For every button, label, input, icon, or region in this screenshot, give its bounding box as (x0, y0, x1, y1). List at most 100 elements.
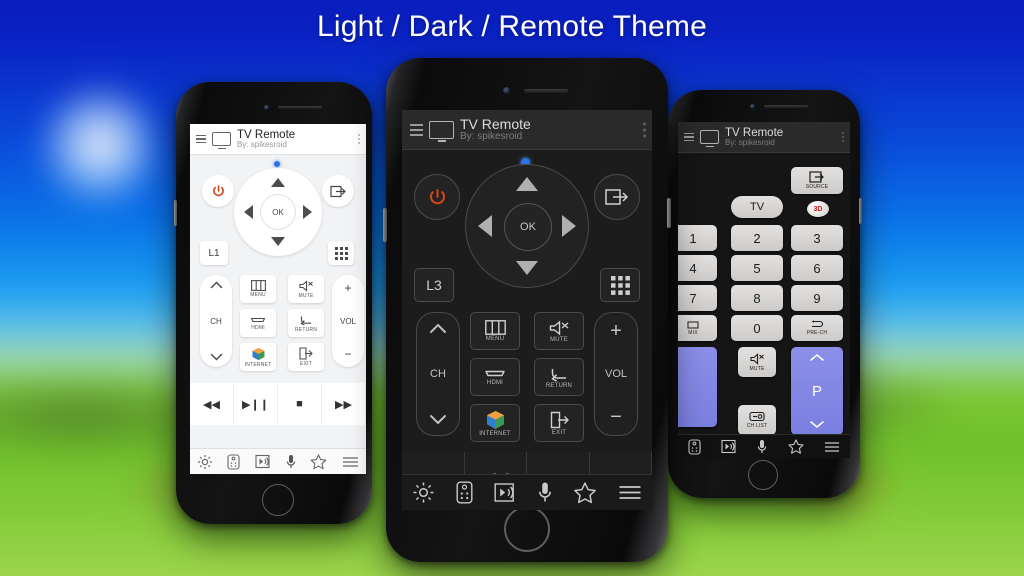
dpad-down-icon[interactable] (516, 261, 538, 276)
power-button[interactable] (414, 174, 460, 221)
dpad[interactable]: OK (465, 164, 589, 289)
channel-rocker[interactable]: CH (200, 275, 232, 368)
home-button[interactable] (748, 460, 778, 490)
hdmi-button[interactable]: HDMI (470, 358, 520, 397)
screen-label-button[interactable]: L1 (200, 241, 228, 266)
stop-button[interactable]: ■ (278, 383, 322, 426)
exit-button[interactable]: EXIT (534, 404, 584, 443)
dpad-left-icon[interactable] (478, 215, 492, 238)
return-button[interactable]: RETURN (288, 309, 324, 338)
mix-button[interactable]: MIX (678, 315, 717, 342)
number-key-6[interactable]: 6 (791, 255, 843, 282)
screen-label-button[interactable]: L3 (414, 268, 454, 303)
tv-button[interactable]: TV (731, 196, 783, 219)
power-side-button[interactable] (667, 198, 671, 228)
pre-ch-label: PRE-CH (806, 330, 828, 337)
device-remote-icon[interactable] (456, 481, 473, 504)
mute-button[interactable]: MUTE (288, 275, 324, 304)
gear-icon[interactable] (412, 481, 435, 504)
key-label: 5 (753, 260, 761, 276)
star-icon[interactable] (788, 439, 804, 454)
dpad[interactable]: OK (234, 168, 322, 257)
hdmi-button[interactable]: HDMI (240, 309, 276, 338)
number-key-1[interactable]: 1 (678, 225, 717, 252)
microphone-icon[interactable] (286, 454, 296, 470)
dpad-right-icon[interactable] (562, 215, 576, 238)
number-key-5[interactable]: 5 (731, 255, 783, 282)
menu-button[interactable]: MENU (240, 275, 276, 304)
power-icon (211, 184, 226, 199)
cast-signal-icon[interactable] (721, 439, 737, 454)
volume-side-button[interactable] (383, 208, 387, 242)
ok-button[interactable]: OK (260, 194, 296, 231)
internet-label: INTERNET (479, 430, 511, 437)
dpad-right-icon[interactable] (303, 205, 312, 220)
number-key-2[interactable]: 2 (731, 225, 783, 252)
channel-rocker[interactable]: CH (416, 312, 460, 437)
keypad-button[interactable] (328, 241, 354, 266)
home-button[interactable] (262, 484, 294, 516)
power-button[interactable] (202, 175, 234, 208)
volume-side-button[interactable] (859, 198, 862, 224)
more-vertical-icon[interactable] (358, 134, 360, 145)
ch-list-button[interactable]: CH LIST (738, 405, 776, 436)
badge-3d[interactable]: 3D (807, 201, 829, 218)
number-key-7[interactable]: 7 (678, 285, 717, 312)
mute-button[interactable]: MUTE (738, 347, 776, 378)
gear-icon[interactable] (197, 454, 213, 470)
app-author: By: spikesroid (237, 140, 287, 150)
pre-ch-button[interactable]: PRE-CH (791, 315, 843, 342)
star-icon[interactable] (310, 453, 327, 470)
dpad-down-icon[interactable] (271, 237, 285, 247)
internet-button[interactable]: INTERNET (470, 404, 520, 443)
number-key-0[interactable]: 0 (731, 315, 783, 342)
return-button[interactable]: RETURN (534, 358, 584, 397)
menu-button[interactable]: MENU (470, 312, 520, 351)
device-remote-icon[interactable] (688, 438, 701, 455)
hamburger-icon[interactable] (618, 484, 642, 501)
left-blue-key[interactable] (678, 347, 717, 428)
mute-speaker-icon (749, 353, 765, 365)
microphone-icon[interactable] (538, 481, 552, 504)
number-key-9[interactable]: 9 (791, 285, 843, 312)
ok-button[interactable]: OK (504, 203, 552, 252)
home-button[interactable] (504, 506, 550, 552)
volume-rocker[interactable]: + VOL − (332, 275, 364, 368)
dpad-left-icon[interactable] (244, 205, 253, 220)
dpad-up-icon[interactable] (271, 178, 285, 188)
hamburger-icon[interactable] (684, 132, 694, 142)
mute-button[interactable]: MUTE (534, 312, 584, 351)
earpiece-speaker (764, 105, 808, 108)
source-button[interactable]: SOURCE (791, 167, 843, 195)
volume-side-button[interactable] (174, 200, 177, 226)
keypad-button[interactable] (600, 268, 640, 303)
microphone-icon[interactable] (757, 439, 767, 455)
hamburger-icon[interactable] (410, 123, 423, 136)
dpad-up-icon[interactable] (516, 177, 538, 192)
key-label: 2 (753, 230, 761, 246)
p-channel-rocker[interactable]: P (791, 347, 843, 436)
volume-rocker[interactable]: + VOL − (594, 312, 638, 437)
more-vertical-icon[interactable] (643, 122, 646, 138)
hamburger-icon[interactable] (196, 134, 206, 144)
cast-signal-icon[interactable] (494, 482, 518, 503)
fast-forward-button[interactable]: ▶▶ (322, 383, 366, 426)
mix-label: MIX (688, 329, 698, 336)
number-key-8[interactable]: 8 (731, 285, 783, 312)
rewind-button[interactable]: ◀◀ (190, 383, 234, 426)
play-pause-button[interactable]: ▶❙❙ (234, 383, 278, 426)
source-button[interactable] (594, 174, 640, 221)
number-key-4[interactable]: 4 (678, 255, 717, 282)
fast-forward-icon: ▶▶ (335, 398, 352, 411)
hamburger-icon[interactable] (824, 441, 840, 453)
phone-left: TV Remote By: spikesroid OK L1 CH MENU M… (174, 82, 372, 524)
number-key-3[interactable]: 3 (791, 225, 843, 252)
hamburger-icon[interactable] (342, 456, 359, 468)
more-vertical-icon[interactable] (842, 132, 844, 143)
source-button[interactable] (322, 175, 354, 208)
device-remote-icon[interactable] (227, 453, 241, 470)
internet-button[interactable]: INTERNET (240, 343, 276, 372)
cast-signal-icon[interactable] (255, 454, 272, 469)
star-icon[interactable] (573, 481, 597, 504)
exit-button[interactable]: EXIT (288, 343, 324, 372)
